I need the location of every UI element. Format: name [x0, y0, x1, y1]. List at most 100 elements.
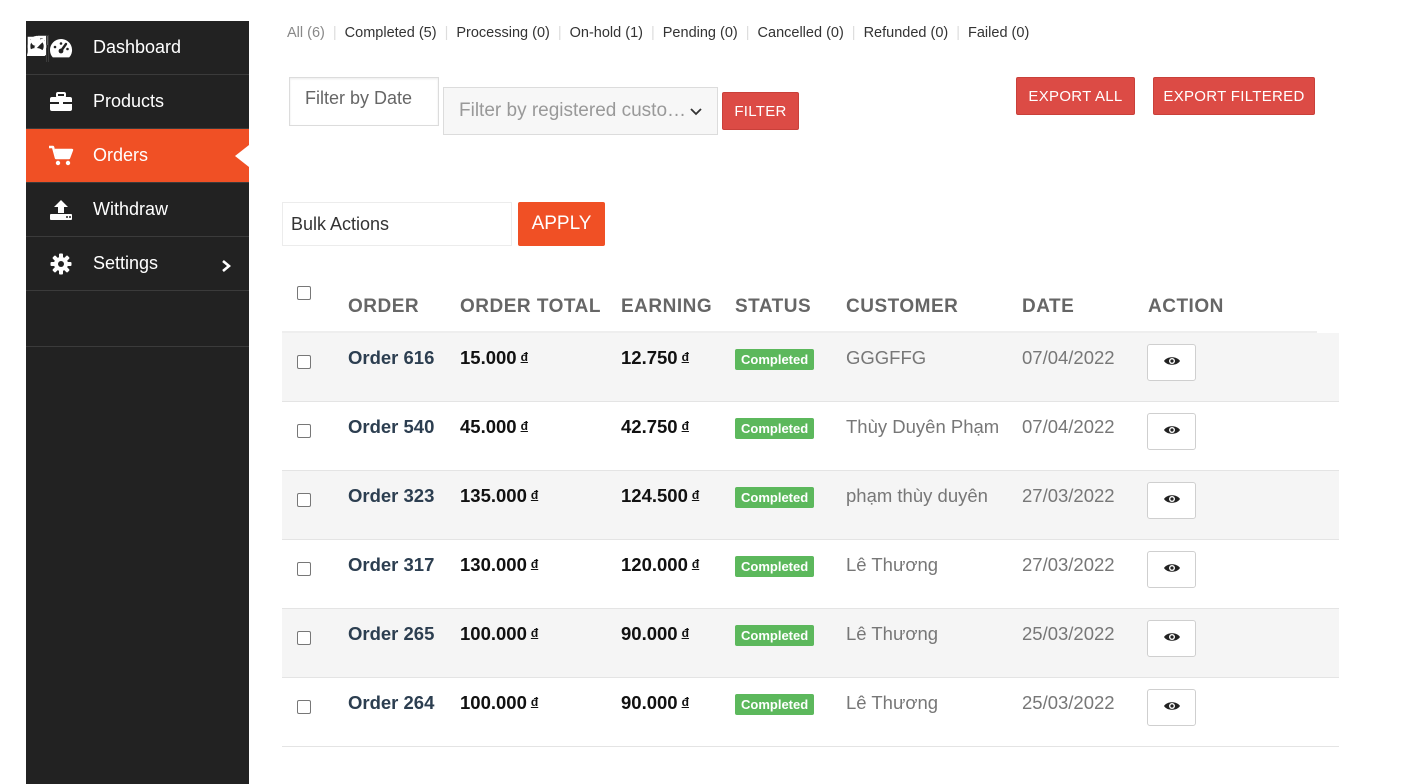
status-tab-all[interactable]: All (6) — [287, 25, 325, 41]
tab-label: Pending — [662, 25, 716, 41]
status-tab-pending[interactable]: Pending (0) — [663, 25, 738, 41]
view-order-button[interactable] — [1147, 689, 1196, 726]
customer-name: Lê Thương — [846, 554, 939, 575]
filter-date-input[interactable]: Filter by Date — [289, 77, 439, 126]
apply-button[interactable]: APPLY — [518, 202, 605, 246]
order-link[interactable]: Order 264 — [348, 692, 434, 714]
customer-filter-select[interactable]: Filter by registered custo… — [443, 87, 718, 135]
briefcase-icon — [47, 91, 75, 113]
tab-label: Refunded — [863, 25, 927, 41]
status-tab-failed[interactable]: Failed (0) — [968, 25, 1029, 41]
earning: 42.750 đ — [621, 416, 689, 438]
column-header-action: ACTION — [1148, 296, 1224, 317]
sidebar-item-withdraw[interactable]: Withdraw — [26, 183, 249, 237]
sidebar-item-settings[interactable]: Settings — [26, 237, 249, 291]
export-all-button[interactable]: EXPORT ALL — [1016, 77, 1135, 115]
customer-name: Thùy Duyên Phạm — [846, 416, 1000, 437]
order-total: 15.000 đ — [460, 347, 528, 369]
status-tab-completed[interactable]: Completed (5) — [345, 25, 437, 41]
eye-icon — [1163, 561, 1181, 579]
amount: 12.750 — [621, 347, 678, 368]
order-total: 100.000 đ — [460, 623, 538, 645]
separator: | — [332, 25, 337, 41]
select-all-checkbox[interactable] — [297, 286, 311, 300]
view-order-button[interactable] — [1147, 551, 1196, 588]
order-date: 07/04/2022 — [1022, 416, 1115, 437]
tab-label: On-hold — [569, 25, 622, 41]
order-link[interactable]: Order 616 — [348, 347, 434, 369]
view-order-button[interactable] — [1147, 344, 1196, 381]
order-link[interactable]: Order 265 — [348, 623, 434, 645]
view-order-button[interactable] — [1147, 482, 1196, 519]
tab-count: (0) — [826, 25, 844, 41]
bulk-actions-select[interactable]: Bulk Actions — [282, 202, 512, 246]
amount: 135.000 — [460, 485, 527, 506]
order-date: 27/03/2022 — [1022, 485, 1115, 506]
currency-symbol: đ — [681, 419, 689, 433]
table-row: Order 323 135.000 đ 124.500 đ Completed ph… — [282, 471, 1339, 540]
customer-name: GGGFFG — [846, 347, 927, 368]
view-order-button[interactable] — [1147, 413, 1196, 450]
currency-symbol: đ — [691, 557, 700, 571]
currency-symbol: đ — [681, 695, 689, 709]
tab-label: Cancelled — [757, 25, 823, 41]
order-link[interactable]: Order 540 — [348, 416, 434, 438]
currency-symbol: đ — [681, 350, 689, 364]
row-checkbox[interactable] — [297, 562, 311, 576]
amount: 45.000 — [460, 416, 517, 437]
table-row: Order 264 100.000 đ 90.000 đ Completed Lê … — [282, 678, 1339, 747]
row-checkbox[interactable] — [297, 424, 311, 438]
view-order-button[interactable] — [1147, 620, 1196, 657]
customer-name: phạm thùy duyên — [846, 485, 988, 506]
orders-table: ORDER ORDER TOTAL EARNING STATUS CUSTOME… — [282, 276, 1339, 747]
row-checkbox[interactable] — [297, 631, 311, 645]
eye-icon — [1163, 492, 1181, 510]
eye-icon — [1163, 630, 1181, 648]
order-status-filter: All (6) | Completed (5) | Processing (0)… — [287, 25, 1029, 41]
power-icon — [26, 35, 48, 62]
order-total: 130.000 đ — [460, 554, 538, 576]
table-header: ORDER ORDER TOTAL EARNING STATUS CUSTOME… — [282, 276, 1317, 333]
eye-icon — [1163, 423, 1181, 441]
sidebar-item-dashboard[interactable]: Dashboard — [26, 21, 249, 75]
row-checkbox[interactable] — [297, 700, 311, 714]
order-link[interactable]: Order 317 — [348, 554, 434, 576]
earning: 124.500 đ — [621, 485, 699, 507]
status-badge: Completed — [735, 349, 815, 370]
logout-button[interactable] — [26, 35, 48, 62]
filter-button[interactable]: FILTER — [722, 92, 799, 130]
export-filtered-button[interactable]: EXPORT FILTERED — [1153, 77, 1315, 115]
status-badge: Completed — [735, 487, 815, 508]
amount: 120.000 — [621, 554, 688, 575]
chevron-down-icon — [690, 100, 702, 122]
tab-label: Failed — [968, 25, 1008, 41]
amount: 130.000 — [460, 554, 527, 575]
column-header-earning: EARNING — [621, 296, 713, 317]
tab-count: (5) — [418, 25, 437, 41]
row-checkbox[interactable] — [297, 355, 311, 369]
tab-label: All — [287, 25, 304, 41]
earning: 90.000 đ — [621, 623, 689, 645]
chevron-right-icon — [221, 257, 232, 278]
sidebar-item-products[interactable]: Products — [26, 75, 249, 129]
status-tab-cancelled[interactable]: Cancelled (0) — [758, 25, 844, 41]
order-date: 25/03/2022 — [1022, 623, 1115, 644]
customer-name: Lê Thương — [846, 623, 939, 644]
status-tab-on-hold[interactable]: On-hold (1) — [570, 25, 643, 41]
column-header-order-total: ORDER TOTAL — [460, 296, 601, 317]
amount: 42.750 — [621, 416, 678, 437]
status-tab-refunded[interactable]: Refunded (0) — [864, 25, 949, 41]
currency-symbol: đ — [530, 557, 539, 571]
table-row: Order 540 45.000 đ 42.750 đ Completed Thùy… — [282, 402, 1339, 471]
column-header-customer: CUSTOMER — [846, 296, 959, 317]
sidebar-item-orders[interactable]: Orders — [26, 129, 249, 183]
column-header-date: DATE — [1022, 296, 1075, 317]
status-badge: Completed — [735, 418, 815, 439]
status-tab-processing[interactable]: Processing (0) — [456, 25, 550, 41]
row-checkbox[interactable] — [297, 493, 311, 507]
order-link[interactable]: Order 323 — [348, 485, 434, 507]
sidebar-item-label: Products — [93, 91, 165, 111]
order-date: 27/03/2022 — [1022, 554, 1115, 575]
earning: 90.000 đ — [621, 692, 689, 714]
currency-symbol: đ — [520, 419, 528, 433]
